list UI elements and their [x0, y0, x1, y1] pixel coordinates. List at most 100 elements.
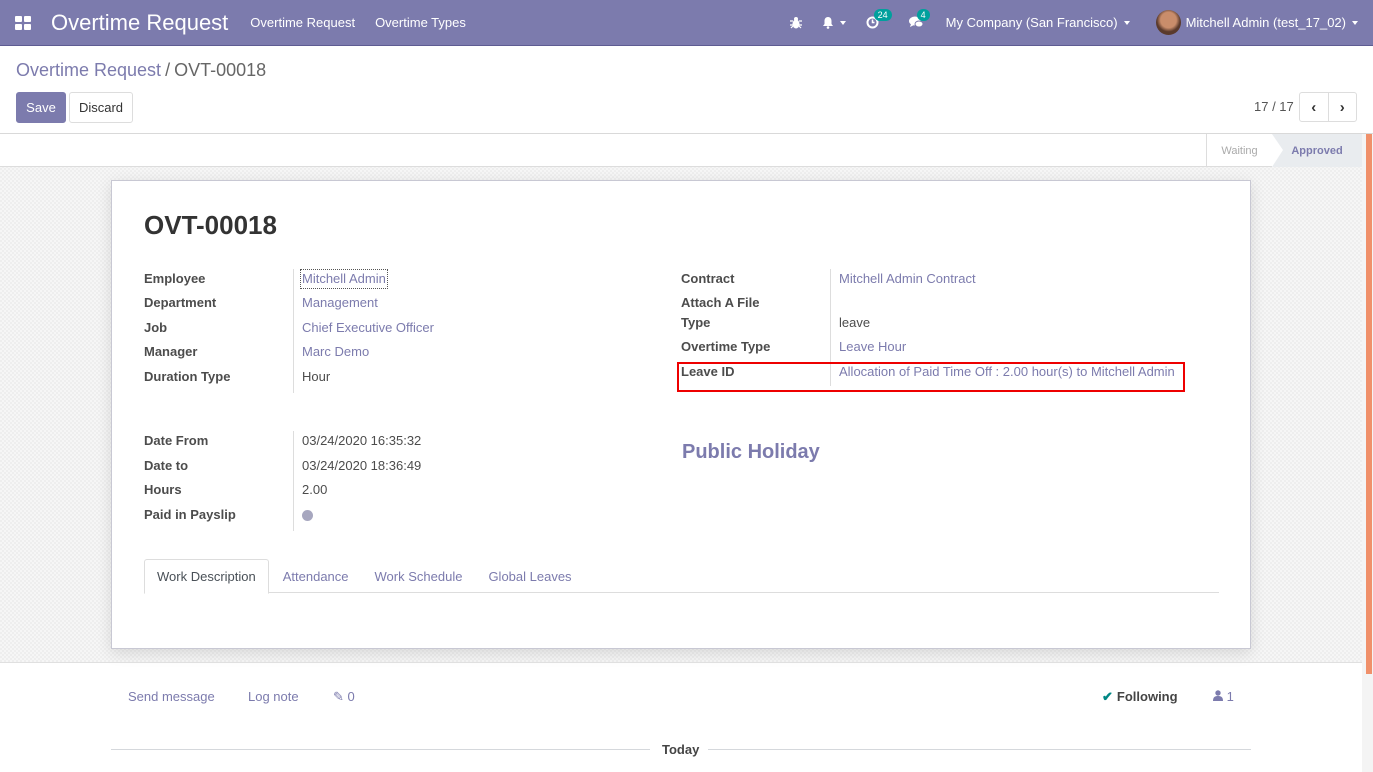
field-label: Duration Type [144, 369, 231, 384]
overtime-type-link[interactable]: Leave Hour [839, 339, 906, 355]
chat-icon[interactable]: 4 [908, 9, 930, 29]
status-approved[interactable]: Approved [1272, 134, 1362, 167]
form-sheet: OVT-00018 Employee Mitchell Admin Depart… [111, 180, 1251, 649]
following-button[interactable]: ✔ Following [1102, 689, 1178, 705]
chatter-divider [0, 662, 1362, 663]
field-label: Contract [681, 271, 735, 286]
log-note-button[interactable]: Log note [248, 689, 299, 704]
job-link[interactable]: Chief Executive Officer [302, 320, 434, 336]
today-divider-right [708, 749, 1251, 750]
status-arrow-separator [1272, 134, 1283, 167]
check-icon: ✔ [1102, 689, 1113, 704]
field-label: Date From [144, 433, 209, 448]
field-manager: Manager Marc Demo [144, 344, 664, 366]
following-label: Following [1116, 689, 1178, 704]
field-label: Date to [144, 458, 189, 473]
chevron-down-icon [1123, 20, 1130, 25]
breadcrumb-current: OVT-00018 [174, 60, 267, 80]
field-label: Hours [144, 482, 182, 497]
user-menu[interactable]: Mitchell Admin (test_17_02) [1155, 10, 1358, 35]
tab-attendance[interactable]: Attendance [271, 559, 361, 593]
field-label: Overtime Type [681, 339, 771, 354]
chevron-left-icon: ‹ [1311, 98, 1317, 116]
breadcrumb-separator: / [165, 60, 171, 80]
field-label: Job [144, 320, 168, 335]
pager: ‹ › [1299, 92, 1357, 122]
contract-link[interactable]: Mitchell Admin Contract [839, 271, 976, 287]
field-label: Manager [144, 344, 198, 359]
field-label: Attach A File [681, 295, 760, 310]
chevron-down-icon [839, 20, 846, 25]
notebook-tabs: Work Description Attendance Work Schedul… [144, 559, 1219, 594]
scrollbar[interactable] [1362, 134, 1373, 772]
field-label: Employee [144, 271, 206, 286]
pager-next-button[interactable]: › [1329, 93, 1357, 121]
field-label: Paid in Payslip [144, 507, 236, 522]
chevron-right-icon: › [1339, 98, 1345, 116]
activity-clock-icon[interactable]: 24 [866, 9, 892, 29]
attachment-count: 0 [347, 689, 355, 704]
bell-icon[interactable] [822, 16, 846, 29]
date-to-value: 03/24/2020 18:36:49 [302, 458, 422, 473]
apps-menu-icon[interactable] [0, 0, 46, 46]
public-holiday-heading: Public Holiday [682, 441, 820, 463]
send-message-button[interactable]: Send message [128, 689, 215, 704]
tab-global-leaves[interactable]: Global Leaves [476, 559, 583, 593]
company-switcher[interactable]: My Company (San Francisco) [946, 15, 1130, 30]
message-count-badge: 4 [916, 9, 930, 21]
attachments-button[interactable]: ✎ 0 [333, 689, 355, 705]
duration-type-value: Hour [302, 369, 331, 384]
paid-in-payslip-toggle[interactable] [302, 507, 313, 521]
user-name: Mitchell Admin (test_17_02) [1185, 15, 1346, 30]
scrollbar-thumb[interactable] [1366, 134, 1372, 674]
breadcrumb: Overtime Request / OVT-00018 [16, 60, 266, 81]
bug-icon[interactable] [789, 16, 802, 29]
paperclip-icon: ✎ [333, 689, 344, 704]
today-separator-label: Today [662, 742, 700, 757]
pager-value[interactable]: 17 / 17 [1254, 99, 1294, 114]
field-department: Department Management [144, 295, 664, 317]
record-title: OVT-00018 [144, 210, 277, 240]
top-navbar: Overtime Request Overtime Request Overti… [0, 0, 1373, 46]
breadcrumb-parent[interactable]: Overtime Request [16, 60, 161, 80]
field-label: Type [681, 315, 711, 330]
tab-work-description[interactable]: Work Description [144, 559, 269, 594]
field-contract: Contract Mitchell Admin Contract [681, 271, 1201, 293]
avatar [1155, 10, 1181, 35]
status-waiting[interactable]: Waiting [1206, 134, 1272, 167]
discard-button[interactable]: Discard [69, 92, 133, 123]
today-divider-left [111, 749, 650, 750]
boolean-indicator-icon [302, 510, 313, 521]
user-icon [1213, 690, 1223, 701]
activity-count-badge: 24 [873, 9, 892, 21]
save-button[interactable]: Save [16, 92, 66, 123]
field-type: Type leave [681, 315, 1201, 337]
statusbar: Waiting Approved [0, 134, 1362, 167]
field-paid-in-payslip: Paid in Payslip [144, 507, 664, 529]
field-attach-file: Attach A File [681, 295, 1201, 317]
employee-link[interactable]: Mitchell Admin [300, 269, 388, 289]
hours-value: 2.00 [302, 482, 328, 497]
type-value: leave [839, 315, 871, 330]
field-overtime-type: Overtime Type Leave Hour [681, 339, 1201, 361]
manager-link[interactable]: Marc Demo [302, 344, 369, 360]
followers-button[interactable]: 1 [1213, 689, 1234, 704]
field-employee: Employee Mitchell Admin [144, 269, 664, 293]
tab-work-schedule[interactable]: Work Schedule [363, 559, 475, 593]
field-date-to: Date to 03/24/2020 18:36:49 [144, 458, 664, 480]
field-label: Department [144, 295, 217, 310]
field-job: Job Chief Executive Officer [144, 320, 664, 342]
leave-id-highlight-box [677, 362, 1185, 392]
chevron-down-icon [1352, 20, 1358, 25]
company-name: My Company (San Francisco) [945, 15, 1118, 30]
department-link[interactable]: Management [302, 295, 378, 311]
followers-count: 1 [1226, 689, 1234, 704]
menu-overtime-request[interactable]: Overtime Request [250, 15, 355, 30]
field-hours: Hours 2.00 [144, 482, 664, 504]
date-from-value: 03/24/2020 16:35:32 [302, 433, 422, 448]
field-duration-type: Duration Type Hour [144, 369, 664, 391]
pager-previous-button[interactable]: ‹ [1300, 93, 1329, 121]
field-date-from: Date From 03/24/2020 16:35:32 [144, 433, 664, 455]
menu-overtime-types[interactable]: Overtime Types [375, 15, 466, 30]
app-title: Overtime Request [51, 9, 229, 35]
